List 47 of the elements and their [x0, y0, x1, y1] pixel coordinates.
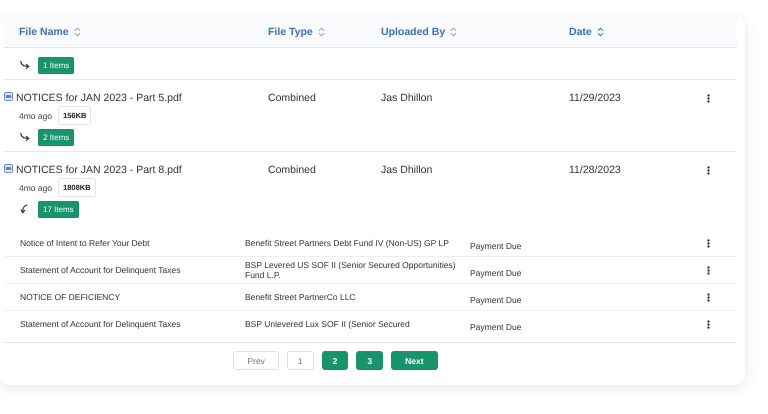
more-options-icon[interactable]: [707, 292, 710, 302]
page-button[interactable]: 2: [322, 351, 348, 370]
notice-status: Payment Due: [470, 321, 522, 332]
curved-arrow-icon[interactable]: [20, 60, 31, 71]
file-icon: [4, 92, 13, 100]
upload-date: 11/28/2023: [569, 164, 622, 176]
column-header[interactable]: Uploaded By: [381, 26, 446, 38]
notice-title: Statement of Account for Delinquent Taxes: [20, 319, 182, 329]
upload-date: 11/29/2023: [569, 92, 622, 104]
column-header[interactable]: Date: [569, 26, 592, 38]
file-type: Combined: [268, 164, 317, 176]
uploader-name: Jas Dhillon: [381, 92, 434, 104]
file-icon: [4, 164, 13, 172]
notice-status: Payment Due: [470, 240, 522, 251]
column-header[interactable]: File Name: [19, 26, 69, 38]
page-button[interactable]: 3: [356, 351, 384, 370]
upload-age: 4mo ago: [19, 110, 52, 120]
notice-status: Payment Due: [470, 267, 522, 278]
file-name[interactable]: NOTICES for JAN 2023 - Part 5.pdf: [16, 92, 182, 104]
items-count-badge[interactable]: 2 Items: [38, 129, 74, 146]
upload-age: 4mo ago: [19, 182, 52, 192]
notice-status: Payment Due: [470, 294, 522, 305]
curved-arrow-icon[interactable]: [20, 132, 31, 143]
entity-name: BSP Unlevered Lux SOF II (Senior Secured: [245, 319, 411, 329]
more-options-icon[interactable]: [707, 318, 710, 330]
file-name[interactable]: NOTICES for JAN 2023 - Part 8.pdf: [16, 164, 182, 176]
more-options-icon[interactable]: [707, 92, 710, 104]
file-type: Combined: [268, 92, 317, 104]
uploader-name: Jas Dhillon: [381, 164, 434, 176]
sort-icon[interactable]: [318, 27, 325, 37]
next-button[interactable]: Next: [391, 351, 438, 370]
sort-icon[interactable]: [596, 27, 604, 37]
sort-icon[interactable]: [450, 27, 458, 37]
entity-name: Benefit Street Partners Debt Fund IV (Non-US) GP LP: [245, 238, 450, 248]
column-header[interactable]: File Type: [268, 26, 313, 38]
notice-title: Notice of Intent to Refer Your Debt: [20, 238, 150, 248]
sort-icon[interactable]: [74, 27, 81, 37]
notice-title: NOTICE OF DEFICIENCY: [20, 292, 122, 302]
items-count-badge[interactable]: 1 Items: [38, 57, 74, 74]
notice-title: Statement of Account for Delinquent Taxes: [20, 265, 182, 275]
entity-name: Benefit Street PartnerCo LLC: [245, 292, 357, 302]
more-options-icon[interactable]: [707, 264, 710, 276]
page-button[interactable]: 1: [286, 351, 314, 370]
more-options-icon[interactable]: [707, 238, 710, 248]
entity-name: BSP Levered US SOF II (Senior Secured Opportunities) Fund L.P.: [245, 260, 457, 280]
more-options-icon[interactable]: [707, 164, 710, 176]
items-count-badge[interactable]: 17 Items: [38, 201, 79, 218]
